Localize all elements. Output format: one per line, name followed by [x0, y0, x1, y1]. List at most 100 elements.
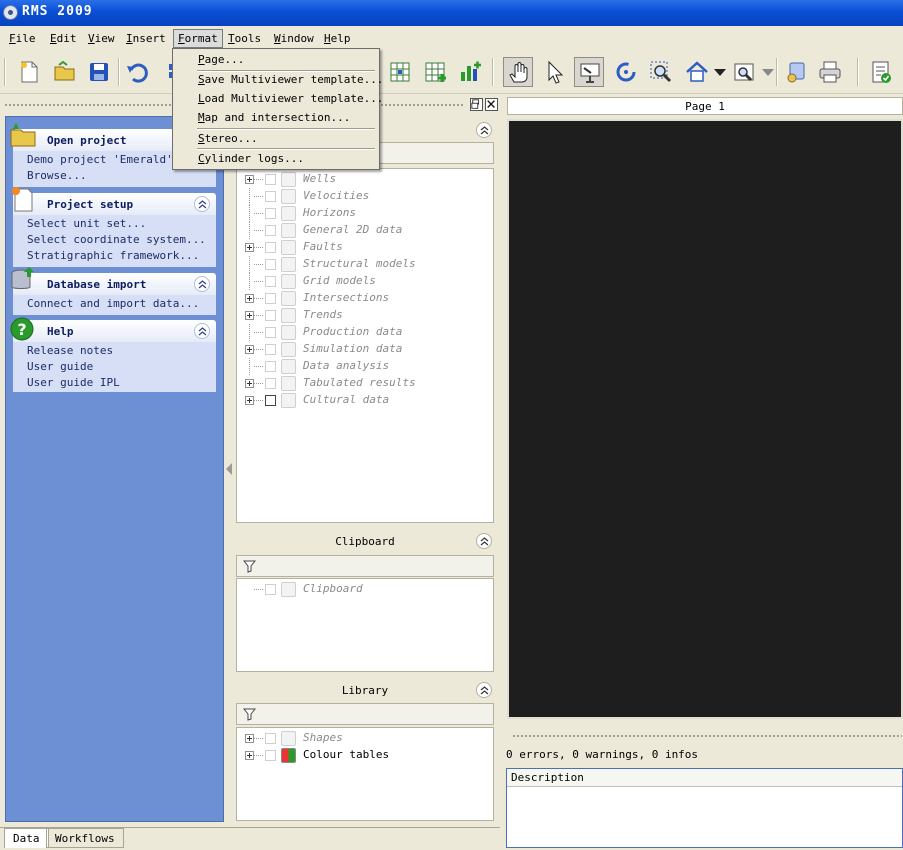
expand-icon[interactable] [245, 734, 254, 743]
expand-icon[interactable] [245, 243, 254, 252]
tree-item-colour-tables[interactable]: Colour tables [237, 747, 487, 764]
checklist-icon[interactable] [866, 57, 896, 87]
splitter-grip[interactable] [512, 734, 902, 738]
float-panel-icon[interactable] [470, 98, 483, 111]
tree-item[interactable]: Cultural data [237, 392, 487, 409]
menu-item-save-multiviewer-template[interactable]: Save Multiviewer template... [174, 71, 383, 89]
menu-item-load-multiviewer-template[interactable]: Load Multiviewer template... [174, 90, 383, 108]
pointer-icon[interactable] [540, 57, 570, 87]
menu-item-map-and-intersection[interactable]: Map and intersection... [174, 109, 378, 127]
link-select-unit-set[interactable]: Select unit set... [13, 215, 216, 231]
new-project-icon[interactable] [14, 57, 44, 87]
tree-item[interactable]: Velocities [237, 188, 487, 205]
expand-icon[interactable] [245, 396, 254, 405]
collapse-icon[interactable] [194, 196, 210, 212]
zoom-box-dropdown-icon[interactable] [758, 57, 774, 87]
expand-icon[interactable] [245, 751, 254, 760]
save-icon[interactable] [84, 57, 114, 87]
expand-icon[interactable] [245, 294, 254, 303]
tree-item[interactable]: Tabulated results [237, 375, 487, 392]
checkbox[interactable] [265, 191, 276, 202]
page-tab[interactable]: Page 1 [507, 97, 903, 115]
section-project-setup-header[interactable]: Project setup [13, 193, 216, 215]
home-view-dropdown-icon[interactable] [710, 57, 726, 87]
expand-icon[interactable] [245, 175, 254, 184]
tree-item[interactable]: Data analysis [237, 358, 487, 375]
collapse-icon[interactable] [194, 276, 210, 292]
section-database-import-header[interactable]: Database import [13, 273, 216, 295]
home-view-icon[interactable] [682, 57, 712, 87]
expand-icon[interactable] [245, 345, 254, 354]
collapse-icon[interactable] [476, 122, 492, 138]
checkbox[interactable] [265, 361, 276, 372]
checkbox[interactable] [265, 276, 276, 287]
link-select-coordinate-system[interactable]: Select coordinate system... [13, 231, 216, 247]
expand-icon[interactable] [245, 311, 254, 320]
link-release-notes[interactable]: Release notes [13, 342, 216, 358]
tree-item[interactable]: Structural models [237, 256, 487, 273]
menu-item-stereo[interactable]: Stereo... [174, 130, 378, 148]
tree-item-shapes[interactable]: Shapes [237, 730, 487, 747]
checkbox[interactable] [265, 174, 276, 185]
tree-item[interactable]: Faults [237, 239, 487, 256]
menu-help[interactable]: Help [320, 31, 355, 47]
filter-icon[interactable] [243, 708, 256, 721]
menu-window[interactable]: Window [270, 31, 318, 47]
menu-insert[interactable]: Insert [122, 31, 170, 47]
rotate-icon[interactable] [611, 57, 641, 87]
tree-item[interactable]: General 2D data [237, 222, 487, 239]
app-icon[interactable] [3, 5, 18, 20]
tree-item[interactable]: Wells [237, 171, 487, 188]
grid-add-icon[interactable] [420, 57, 450, 87]
zoom-region-icon[interactable] [646, 57, 676, 87]
chart-add-icon[interactable] [455, 57, 485, 87]
script-icon[interactable] [781, 57, 811, 87]
checkbox[interactable] [265, 378, 276, 389]
tree-item[interactable]: Intersections [237, 290, 487, 307]
description-box[interactable]: Description [506, 768, 903, 848]
clipboard-filter-bar[interactable] [236, 555, 494, 577]
tree-item[interactable]: Production data [237, 324, 487, 341]
menu-tools[interactable]: Tools [224, 31, 265, 47]
checkbox[interactable] [265, 584, 276, 595]
link-user-guide-ipl[interactable]: User guide IPL [13, 374, 216, 390]
link-stratigraphic-framework[interactable]: Stratigraphic framework... [13, 247, 216, 263]
collapse-icon[interactable] [194, 323, 210, 339]
tree-item[interactable]: Simulation data [237, 341, 487, 358]
checkbox[interactable] [265, 733, 276, 744]
library-filter-bar[interactable] [236, 703, 494, 725]
zoom-box-icon[interactable] [730, 57, 760, 87]
collapse-icon[interactable] [476, 682, 492, 698]
close-panel-icon[interactable] [485, 98, 498, 111]
menu-format[interactable]: Format [173, 29, 223, 48]
tree-item[interactable]: Horizons [237, 205, 487, 222]
link-user-guide[interactable]: User guide [13, 358, 216, 374]
undo-icon[interactable] [122, 57, 152, 87]
pan-hand-icon[interactable] [503, 57, 533, 87]
checkbox[interactable] [265, 259, 276, 270]
tab-data[interactable]: Data [4, 828, 49, 848]
checkbox[interactable] [265, 327, 276, 338]
collapse-sidebar-arrow-icon[interactable] [226, 463, 232, 475]
tree-item[interactable]: Grid models [237, 273, 487, 290]
menu-file[interactable]: File [5, 31, 40, 47]
checkbox[interactable] [265, 750, 276, 761]
checkbox[interactable] [265, 310, 276, 321]
checkbox[interactable] [265, 208, 276, 219]
checkbox[interactable] [265, 225, 276, 236]
collapse-icon[interactable] [476, 533, 492, 549]
filter-icon[interactable] [243, 560, 256, 573]
checkbox[interactable] [265, 395, 276, 406]
checkbox[interactable] [265, 242, 276, 253]
section-help-header[interactable]: Help [13, 320, 216, 342]
link-connect-import[interactable]: Connect and import data... [13, 295, 216, 311]
menu-edit[interactable]: Edit [46, 31, 81, 47]
open-project-icon[interactable] [50, 57, 80, 87]
presentation-icon[interactable] [574, 57, 604, 87]
grid-icon[interactable] [385, 57, 415, 87]
print-icon[interactable] [815, 57, 845, 87]
viewer-canvas[interactable] [507, 119, 903, 719]
tab-workflows[interactable]: Workflows [46, 828, 124, 848]
checkbox[interactable] [265, 344, 276, 355]
menu-item-cylinder-logs[interactable]: Cylinder logs... [174, 150, 378, 168]
